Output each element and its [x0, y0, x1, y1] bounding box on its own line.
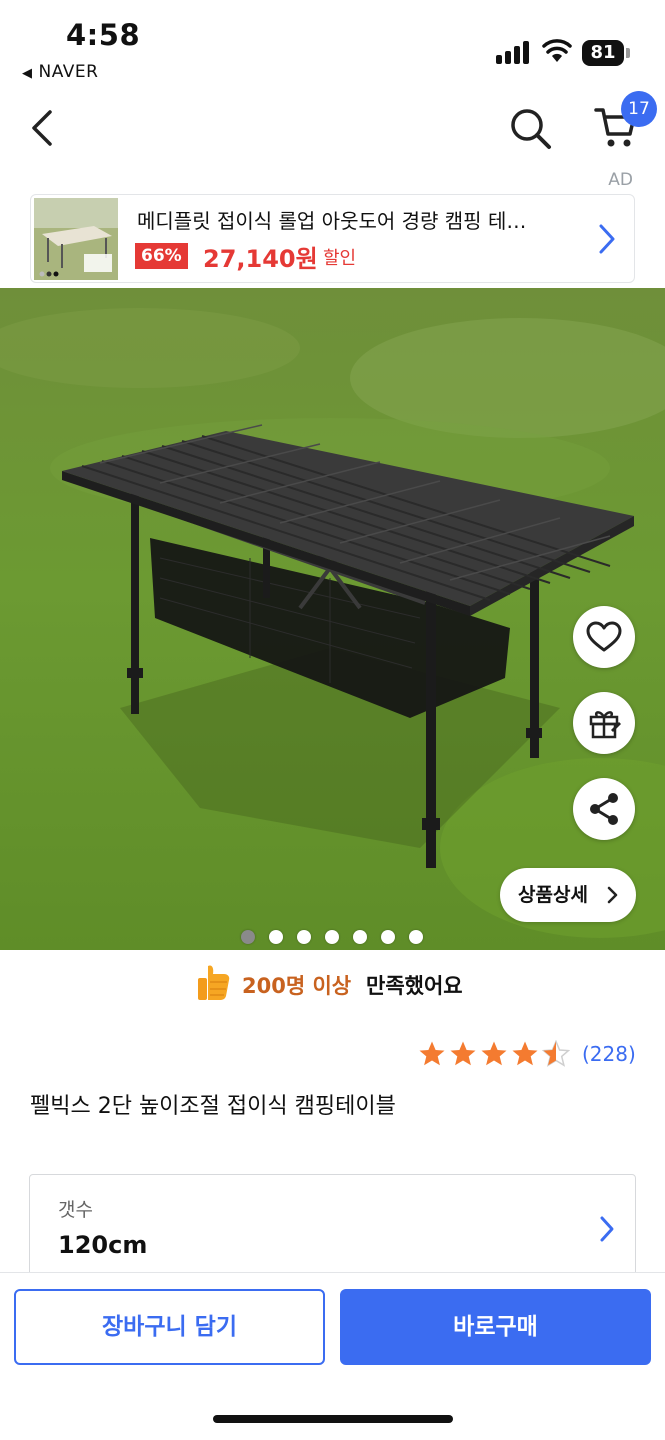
half-star-icon — [542, 1040, 570, 1067]
ad-discount-badge: 66% — [135, 243, 188, 269]
star-icon — [512, 1041, 538, 1066]
wifi-icon — [542, 39, 572, 62]
pagination-dot[interactable] — [325, 930, 339, 944]
pagination-dot[interactable] — [381, 930, 395, 944]
satisfaction-text: 만족했어요 — [366, 974, 463, 998]
cellular-signal-icon — [496, 40, 532, 64]
ad-label: AD — [608, 170, 633, 190]
ad-banner[interactable]: 메디플릿 접이식 롤업 아웃도어 경량 캠핑 테… 66% 27,140원 할인 — [30, 194, 635, 283]
star-icon — [419, 1041, 445, 1066]
home-indicator[interactable] — [213, 1415, 453, 1423]
product-title: 펠빅스 2단 높이조절 접이식 캠핑테이블 — [30, 1094, 396, 1119]
ad-title: 메디플릿 접이식 롤업 아웃도어 경량 캠핑 테… — [137, 209, 527, 233]
star-icon — [450, 1041, 476, 1066]
star-icon — [481, 1041, 507, 1066]
review-count-link[interactable]: (228) — [582, 1042, 636, 1066]
back-to-app-link[interactable]: ◀ NAVER — [22, 62, 98, 82]
option-label: 갯수 — [58, 1199, 93, 1221]
product-detail-button[interactable]: 상품상세 — [500, 868, 636, 922]
product-image[interactable] — [0, 288, 665, 950]
satisfaction-banner: 200명 이상 만족했어요 — [0, 958, 665, 1010]
pagination-dot[interactable] — [269, 930, 283, 944]
ad-thumbnail — [34, 198, 118, 280]
chevron-right-icon — [607, 886, 618, 904]
status-time: 4:58 — [66, 18, 141, 52]
gift-button[interactable] — [573, 692, 635, 754]
ad-price: 27,140원 — [203, 245, 318, 273]
battery-level: 81 — [582, 40, 624, 66]
satisfaction-count: 200명 이상 — [242, 974, 352, 998]
chevron-right-icon — [599, 224, 615, 254]
cart-count-badge[interactable]: 17 — [621, 91, 657, 127]
share-icon — [590, 793, 618, 825]
product-detail-label: 상품상세 — [518, 884, 588, 906]
battery-icon: 81 — [582, 40, 630, 66]
pagination-dot[interactable] — [353, 930, 367, 944]
pagination-dot[interactable] — [241, 930, 255, 944]
pagination-dot[interactable] — [297, 930, 311, 944]
wishlist-button[interactable] — [573, 606, 635, 668]
status-bar: 4:58 ◀ NAVER 81 — [0, 0, 665, 90]
heart-icon — [586, 621, 622, 652]
add-to-cart-button[interactable]: 장바구니 담기 — [14, 1289, 325, 1365]
purchase-bar: 장바구니 담기 바로구매 — [0, 1272, 665, 1440]
pagination-dot[interactable] — [409, 930, 423, 944]
option-value: 120cm — [58, 1231, 148, 1259]
thumbs-up-icon — [198, 965, 230, 1000]
search-icon[interactable] — [508, 106, 554, 152]
gift-icon — [589, 711, 621, 739]
back-app-label: NAVER — [38, 62, 99, 82]
buy-now-button[interactable]: 바로구매 — [340, 1289, 651, 1365]
ad-sale-text: 할인 — [323, 248, 357, 269]
chevron-right-icon — [600, 1216, 614, 1242]
share-button[interactable] — [573, 778, 635, 840]
back-icon[interactable] — [24, 104, 64, 152]
option-selector[interactable]: 갯수 120cm — [29, 1174, 636, 1284]
back-triangle-icon: ◀ — [22, 66, 33, 81]
